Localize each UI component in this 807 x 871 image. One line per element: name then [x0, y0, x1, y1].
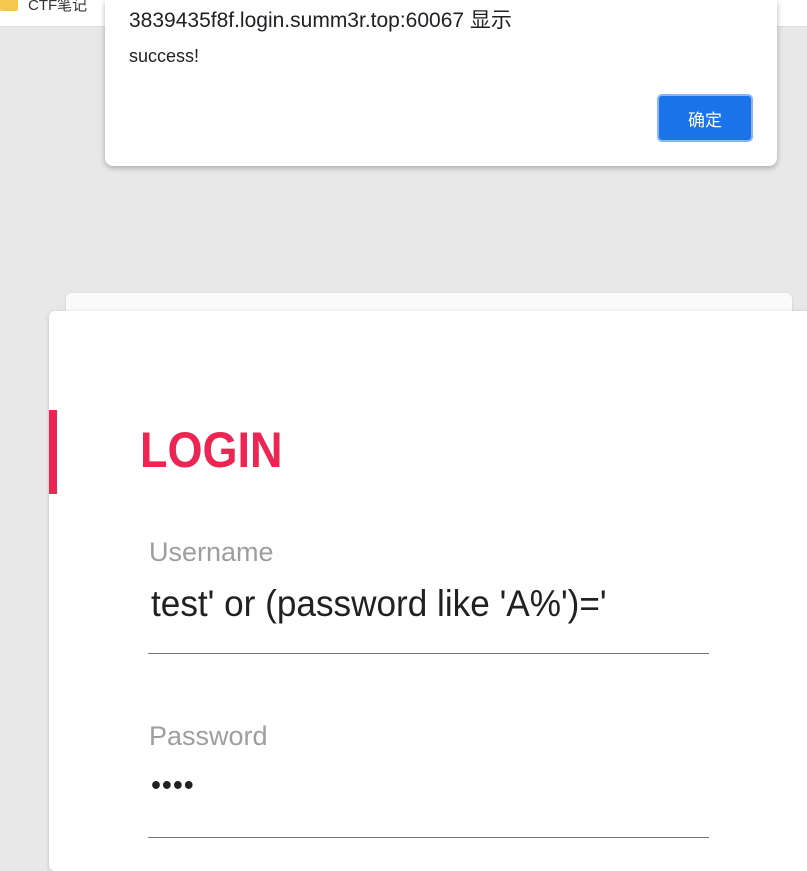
bookmark-label: CTF笔记 — [28, 0, 88, 14]
username-underline — [148, 653, 709, 654]
password-label: Password — [149, 721, 268, 751]
title-accent-bar — [49, 410, 57, 494]
password-input[interactable]: •••• — [151, 769, 195, 803]
password-underline — [148, 837, 709, 838]
dialog-title: 3839435f8f.login.summ3r.top:60067 显示 — [129, 9, 512, 32]
login-title: LOGIN — [140, 422, 283, 478]
folder-icon — [0, 0, 18, 11]
dialog-message: success! — [129, 46, 200, 66]
ok-button[interactable]: 确定 — [657, 94, 753, 142]
username-input[interactable]: test' or (password like 'A%')=' — [151, 583, 607, 625]
login-card: LOGIN Username test' or (password like '… — [49, 311, 807, 871]
username-label: Username — [149, 537, 274, 567]
bookmark-item-ctf-notes[interactable]: CTF笔记 — [0, 0, 87, 15]
alert-dialog: 3839435f8f.login.summ3r.top:60067 显示 suc… — [105, 0, 777, 166]
